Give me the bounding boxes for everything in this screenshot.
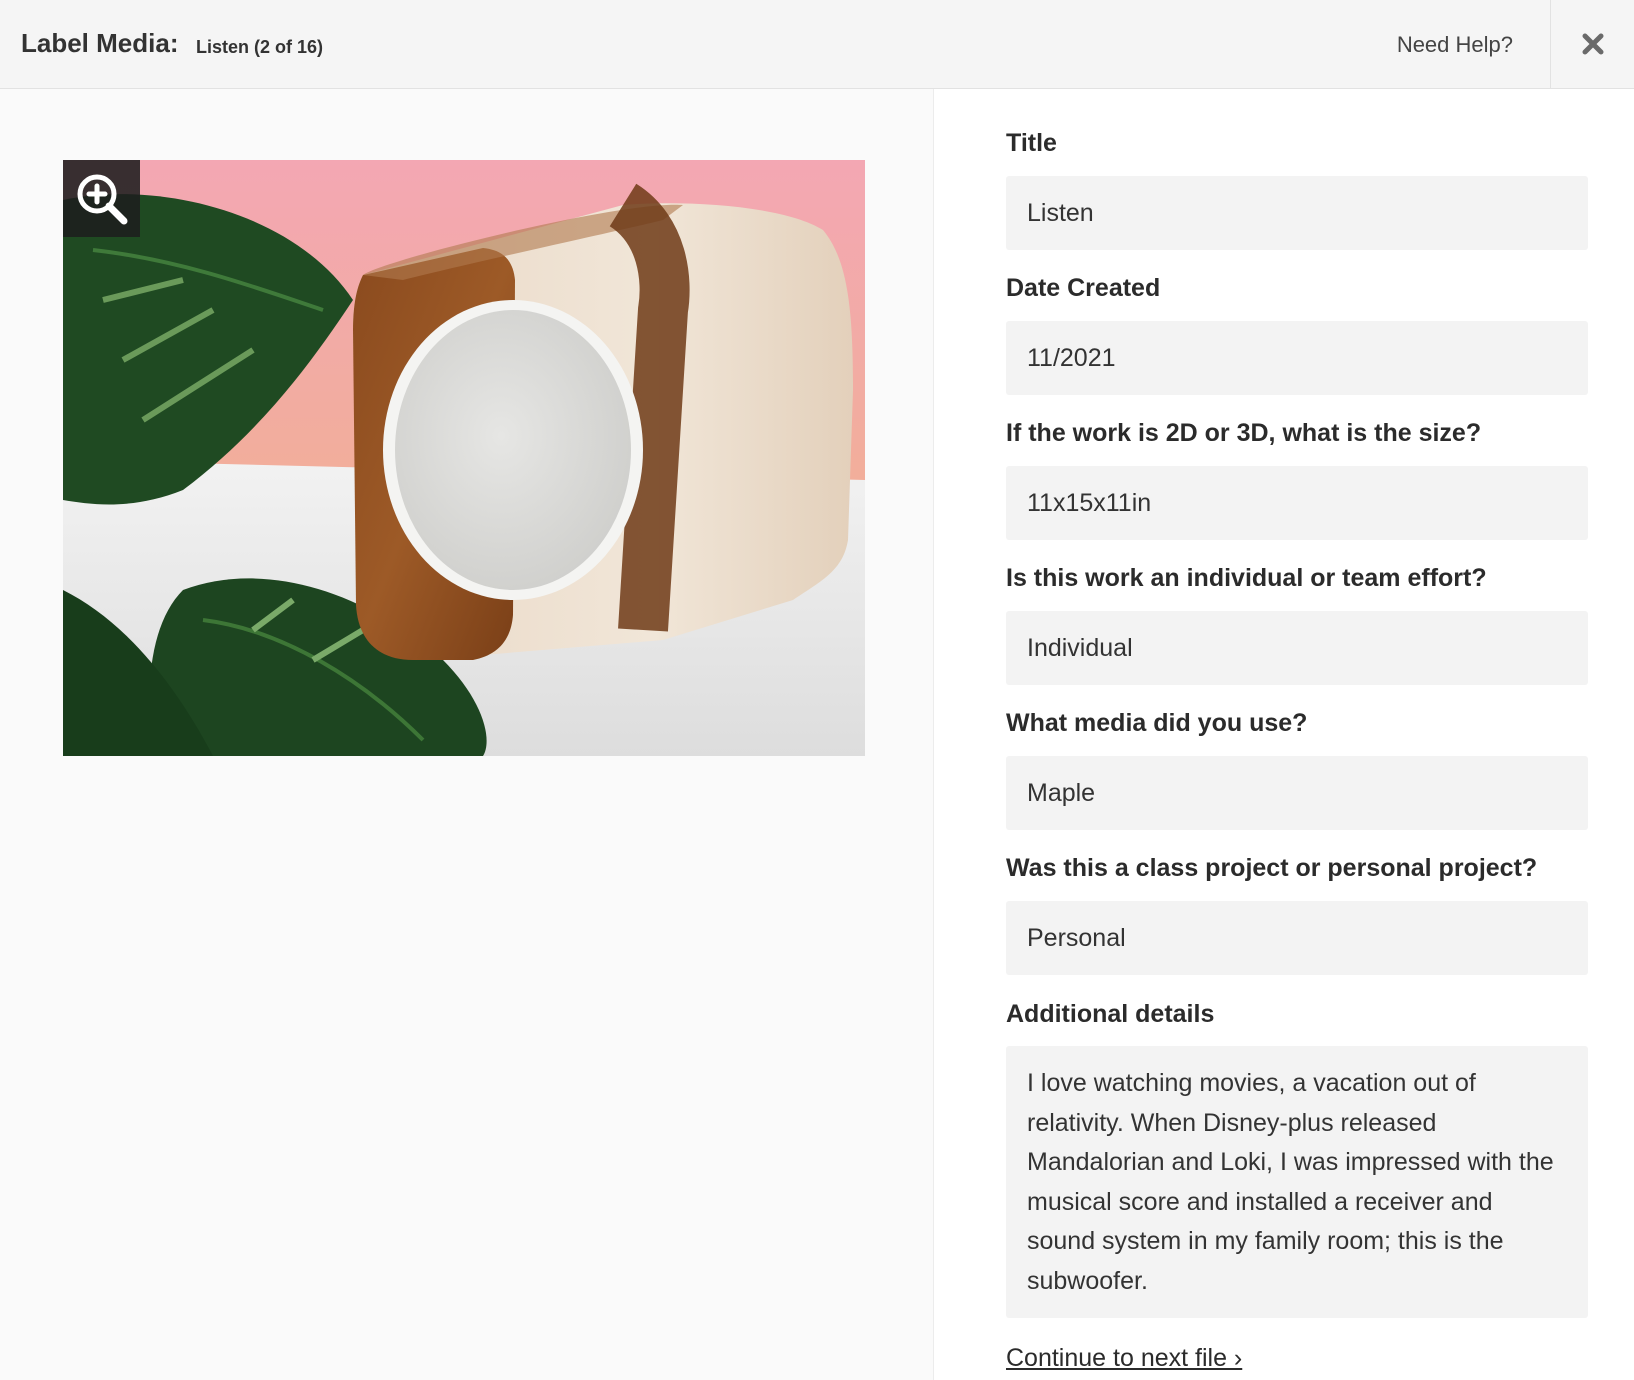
project-type-input[interactable] <box>1006 901 1588 975</box>
need-help-link[interactable]: Need Help? <box>1397 32 1513 58</box>
media-used-label: What media did you use? <box>1006 709 1308 737</box>
media-preview-pane <box>0 89 934 1380</box>
close-icon <box>1582 33 1603 55</box>
modal-header: Label Media: Listen (2 of 16) Need Help? <box>0 0 1634 89</box>
zoom-button[interactable] <box>63 160 140 237</box>
media-image <box>63 160 865 756</box>
modal-title: Label Media: <box>21 28 179 58</box>
title-input[interactable] <box>1006 176 1588 250</box>
close-button[interactable] <box>1550 0 1634 88</box>
project-type-label: Was this a class project or personal pro… <box>1006 854 1538 882</box>
additional-details-textarea[interactable]: I love watching movies, a vacation out o… <box>1006 1046 1588 1318</box>
additional-details-label: Additional details <box>1006 1000 1215 1028</box>
continue-next-file-link[interactable]: Continue to next file › <box>1006 1344 1242 1373</box>
effort-label: Is this work an individual or team effor… <box>1006 564 1487 592</box>
date-created-input[interactable] <box>1006 321 1588 395</box>
media-used-input[interactable] <box>1006 756 1588 830</box>
label-form: Title Date Created If the work is 2D or … <box>934 89 1634 1380</box>
size-input[interactable] <box>1006 466 1588 540</box>
zoom-in-icon <box>77 174 127 224</box>
size-label: If the work is 2D or 3D, what is the siz… <box>1006 419 1482 447</box>
effort-input[interactable] <box>1006 611 1588 685</box>
title-label: Title <box>1006 129 1057 157</box>
date-created-label: Date Created <box>1006 274 1161 302</box>
file-position-label: Listen (2 of 16) <box>196 37 324 57</box>
